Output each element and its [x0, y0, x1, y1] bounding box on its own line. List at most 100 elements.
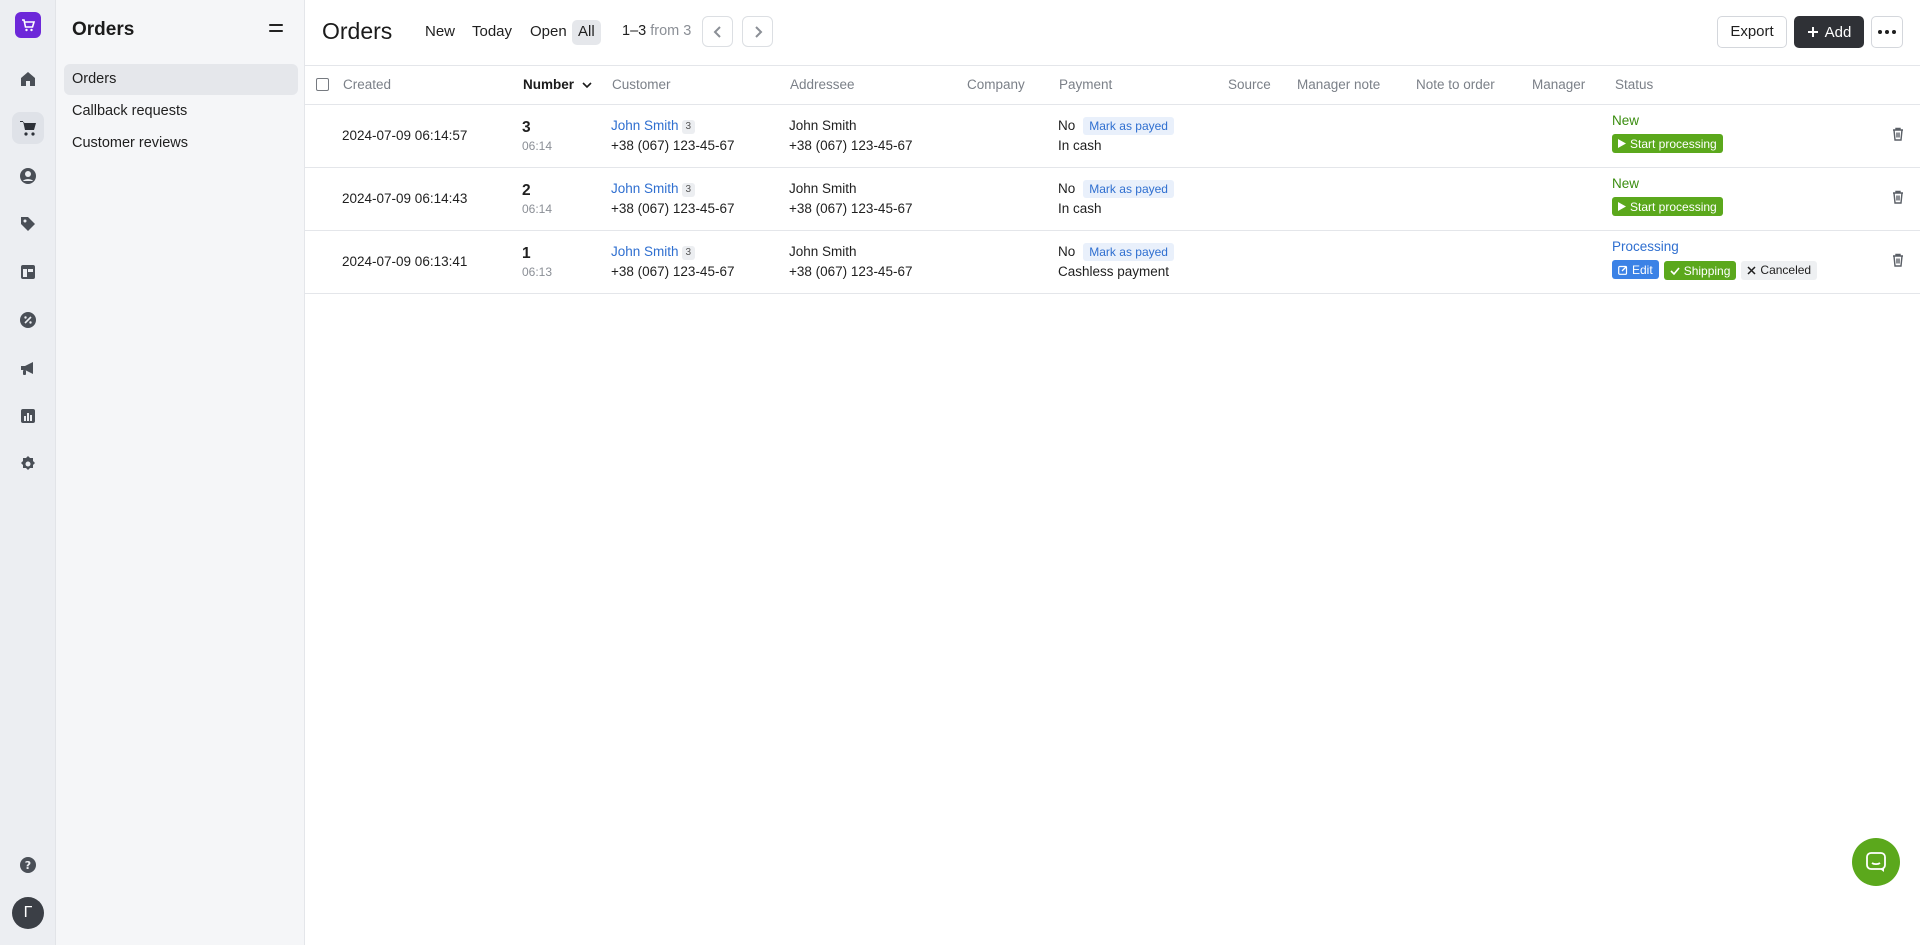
select-all-checkbox[interactable]: [316, 78, 329, 91]
megaphone-icon[interactable]: [12, 352, 44, 384]
range-total: from 3: [650, 23, 692, 39]
sidebar-item-callback-requests[interactable]: Callback requests: [64, 96, 298, 127]
customer-link[interactable]: John Smith: [611, 181, 679, 196]
play-icon: [1618, 139, 1626, 148]
column-customer[interactable]: Customer: [612, 77, 671, 92]
edit-icon: [1618, 265, 1628, 275]
settings-icon[interactable]: [12, 448, 44, 480]
sidebar-item-orders[interactable]: Orders: [64, 64, 298, 95]
payment-method: In cash: [1058, 201, 1102, 216]
layout-icon[interactable]: [12, 256, 44, 288]
column-status[interactable]: Status: [1615, 77, 1653, 92]
start-processing-button[interactable]: Start processing: [1612, 134, 1723, 153]
addressee-phone: +38 (067) 123-45-67: [789, 138, 913, 153]
delete-order-button[interactable]: [1892, 127, 1904, 146]
start-processing-label: Start processing: [1630, 136, 1717, 151]
customer-name: John Smith 3: [611, 181, 696, 197]
more-options-button[interactable]: [1871, 16, 1903, 48]
add-order-button[interactable]: Add: [1794, 16, 1864, 48]
table-row[interactable]: 2024-07-09 06:14:57 3 06:14 John Smith 3 …: [305, 105, 1920, 168]
customer-orders-count: 3: [681, 120, 696, 134]
filter-open[interactable]: Open: [524, 20, 573, 45]
customer-phone: +38 (067) 123-45-67: [611, 138, 735, 153]
table-row[interactable]: 2024-07-09 06:13:41 1 06:13 John Smith 3 …: [305, 231, 1920, 294]
page-title: Orders: [322, 18, 393, 44]
canceled-button[interactable]: Canceled: [1741, 260, 1818, 280]
start-processing-button[interactable]: Start processing: [1612, 197, 1723, 216]
column-note-to-order[interactable]: Note to order: [1416, 77, 1495, 92]
canceled-label: Canceled: [1760, 263, 1812, 277]
created-date: 2024-07-09 06:14:43: [342, 191, 468, 206]
add-label: Add: [1824, 23, 1852, 41]
delete-order-button[interactable]: [1892, 190, 1904, 209]
order-number[interactable]: 1: [522, 245, 531, 263]
avatar[interactable]: Г: [12, 897, 44, 929]
home-icon[interactable]: [12, 63, 44, 95]
customer-link[interactable]: John Smith: [611, 118, 679, 133]
discount-icon[interactable]: [12, 304, 44, 336]
prev-page-button[interactable]: [702, 16, 733, 47]
help-icon[interactable]: ?: [12, 849, 44, 881]
column-company[interactable]: Company: [967, 77, 1025, 92]
created-date: 2024-07-09 06:14:57: [342, 128, 468, 143]
plus-icon: [1807, 27, 1818, 37]
addressee-name: John Smith: [789, 244, 857, 259]
order-status[interactable]: Processing: [1612, 239, 1679, 254]
chevron-left-icon: [713, 25, 721, 38]
customer-orders-count: 3: [681, 183, 696, 197]
trash-icon: [1893, 190, 1903, 204]
table-row[interactable]: 2024-07-09 06:14:43 2 06:14 John Smith 3 …: [305, 168, 1920, 231]
column-addressee[interactable]: Addressee: [790, 77, 855, 92]
filter-all[interactable]: All: [572, 20, 601, 45]
mark-as-payed-button[interactable]: Mark as payed: [1083, 243, 1174, 261]
start-processing-label: Start processing: [1630, 199, 1717, 214]
order-number[interactable]: 3: [522, 119, 531, 137]
trash-icon: [1893, 127, 1903, 141]
order-time: 06:14: [522, 202, 553, 216]
trash-icon: [1893, 253, 1903, 267]
shipping-button[interactable]: Shipping: [1663, 261, 1737, 280]
column-manager[interactable]: Manager: [1532, 77, 1585, 92]
filter-today[interactable]: Today: [466, 20, 518, 45]
chevron-right-icon: [754, 25, 762, 38]
orders-sidebar: Orders Orders Callback requests Customer…: [56, 0, 305, 945]
edit-label: Edit: [1632, 262, 1653, 277]
close-icon: [1747, 265, 1756, 275]
column-created[interactable]: Created: [343, 77, 391, 92]
range-value: 1–3: [622, 23, 647, 39]
tag-icon[interactable]: [12, 208, 44, 240]
payment-method: In cash: [1058, 138, 1102, 153]
column-source[interactable]: Source: [1228, 77, 1271, 92]
svg-text:?: ?: [25, 859, 31, 872]
chat-support-button[interactable]: [1852, 838, 1900, 886]
chat-icon: [1866, 852, 1886, 872]
payment-method: Cashless payment: [1058, 264, 1170, 279]
column-manager-note[interactable]: Manager note: [1297, 77, 1380, 92]
mark-as-payed-button[interactable]: Mark as payed: [1083, 117, 1174, 135]
cart-icon[interactable]: [12, 112, 44, 144]
sidebar-item-customer-reviews[interactable]: Customer reviews: [64, 128, 298, 159]
addressee-name: John Smith: [789, 118, 857, 133]
export-button[interactable]: Export: [1717, 16, 1787, 48]
column-payment[interactable]: Payment: [1059, 77, 1112, 92]
customer-phone: +38 (067) 123-45-67: [611, 264, 735, 279]
order-number[interactable]: 2: [522, 182, 531, 200]
next-page-button[interactable]: [742, 16, 773, 47]
chart-icon[interactable]: [12, 400, 44, 432]
order-status[interactable]: New: [1612, 176, 1639, 191]
customer-link[interactable]: John Smith: [611, 244, 679, 259]
collapse-sidebar-icon[interactable]: [269, 24, 283, 36]
brand-logo-icon[interactable]: [15, 12, 41, 38]
delete-order-button[interactable]: [1892, 253, 1904, 272]
mark-as-payed-button[interactable]: Mark as payed: [1083, 180, 1174, 198]
filter-new[interactable]: New: [419, 20, 461, 45]
edit-button[interactable]: Edit: [1612, 260, 1659, 279]
icon-rail: ? Г: [0, 0, 56, 945]
order-status[interactable]: New: [1612, 113, 1639, 128]
column-number-label: Number: [523, 77, 575, 92]
payment-status: No Mark as payed: [1058, 180, 1174, 198]
customer-phone: +38 (067) 123-45-67: [611, 201, 735, 216]
column-number[interactable]: Number: [523, 77, 592, 92]
customer-name: John Smith 3: [611, 244, 696, 260]
user-icon[interactable]: [12, 160, 44, 192]
